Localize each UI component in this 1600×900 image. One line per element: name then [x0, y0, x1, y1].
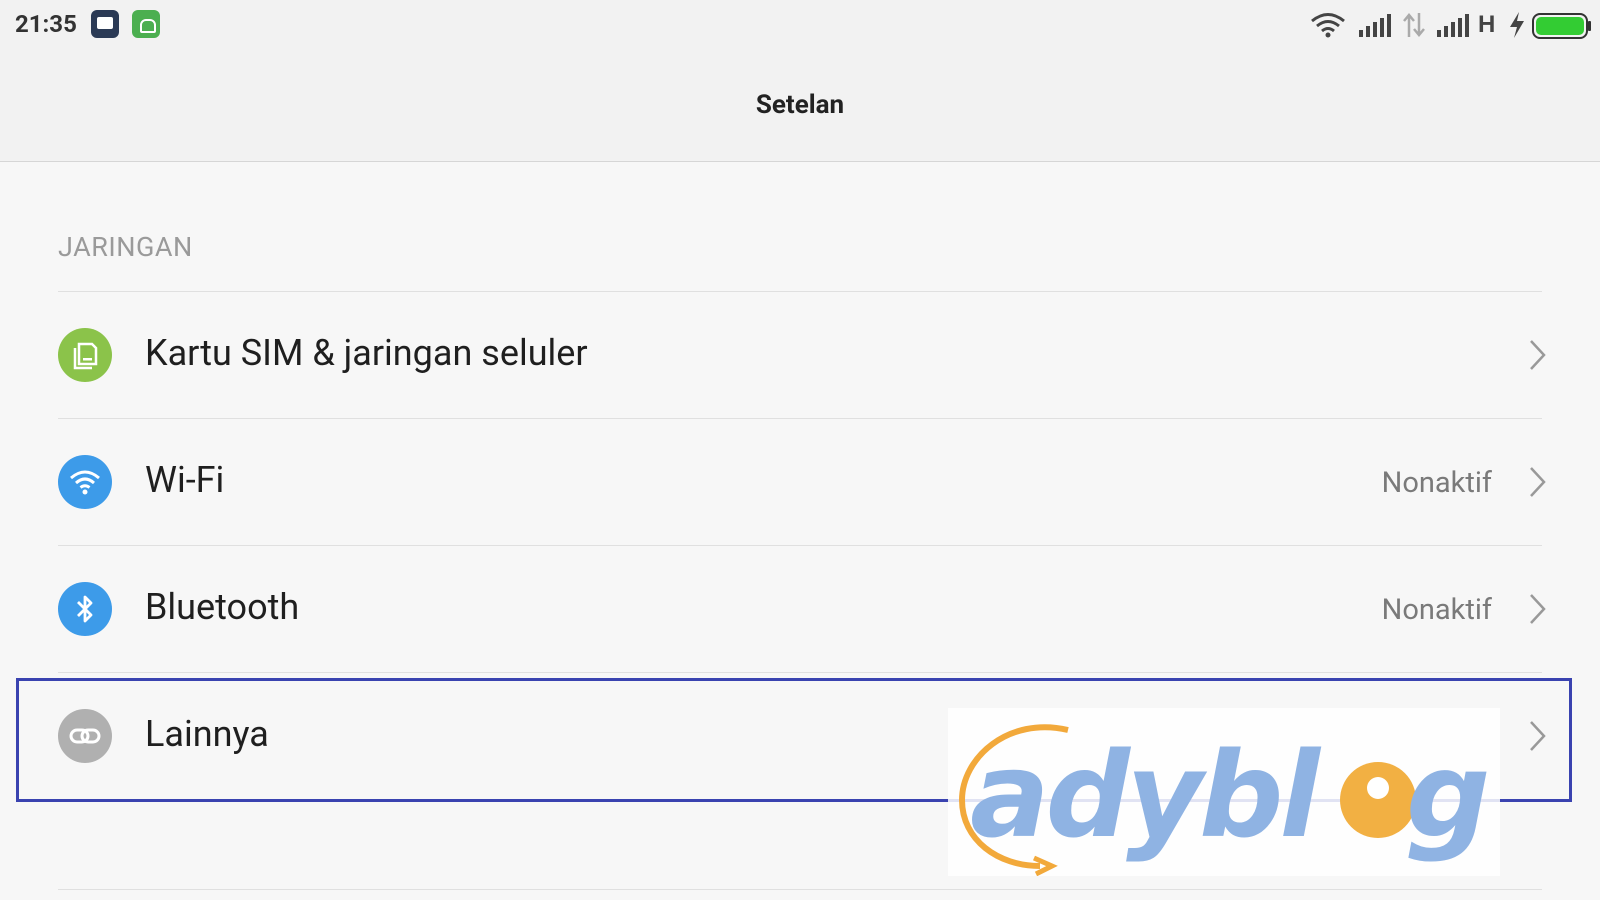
adyblog-watermark-logo: adybl g: [948, 708, 1500, 877]
bluetooth-icon: [58, 582, 112, 636]
settings-item-bluetooth[interactable]: Bluetooth Nonaktif: [0, 546, 1600, 672]
wifi-icon: [58, 455, 112, 509]
android-notification-icon: [132, 10, 160, 38]
chevron-right-icon: [1530, 340, 1546, 370]
charging-icon: [1510, 12, 1524, 38]
sim-card-icon: [58, 328, 112, 382]
section-header-network: JARINGAN: [58, 231, 193, 263]
divider: [58, 889, 1542, 890]
settings-item-label: Wi-Fi: [145, 459, 225, 501]
status-clock: 21:35: [15, 10, 77, 38]
bluetooth-status-value: Nonaktif: [1381, 593, 1492, 627]
battery-icon: [1532, 13, 1591, 39]
svg-text:g: g: [1406, 726, 1490, 864]
app-bar: Setelan: [0, 50, 1600, 162]
data-transfer-icon: [1403, 13, 1425, 37]
network-type-label: H: [1478, 11, 1496, 38]
signal-strength-2-icon: [1437, 14, 1469, 37]
signal-strength-icon: [1359, 14, 1391, 37]
settings-item-label: Bluetooth: [145, 586, 300, 628]
settings-item-sim[interactable]: Kartu SIM & jaringan seluler: [0, 292, 1600, 418]
wifi-status-icon: [1311, 13, 1345, 38]
page-title: Setelan: [755, 90, 845, 120]
status-bar: 21:35 H: [0, 0, 1600, 50]
settings-item-wifi[interactable]: Wi-Fi Nonaktif: [0, 419, 1600, 545]
bbm-notification-icon: [91, 10, 119, 38]
settings-item-label: Kartu SIM & jaringan seluler: [145, 332, 588, 374]
svg-text:adybl: adybl: [970, 726, 1321, 864]
chevron-right-icon: [1530, 467, 1546, 497]
chevron-right-icon: [1530, 594, 1546, 624]
wifi-status-value: Nonaktif: [1381, 466, 1492, 500]
